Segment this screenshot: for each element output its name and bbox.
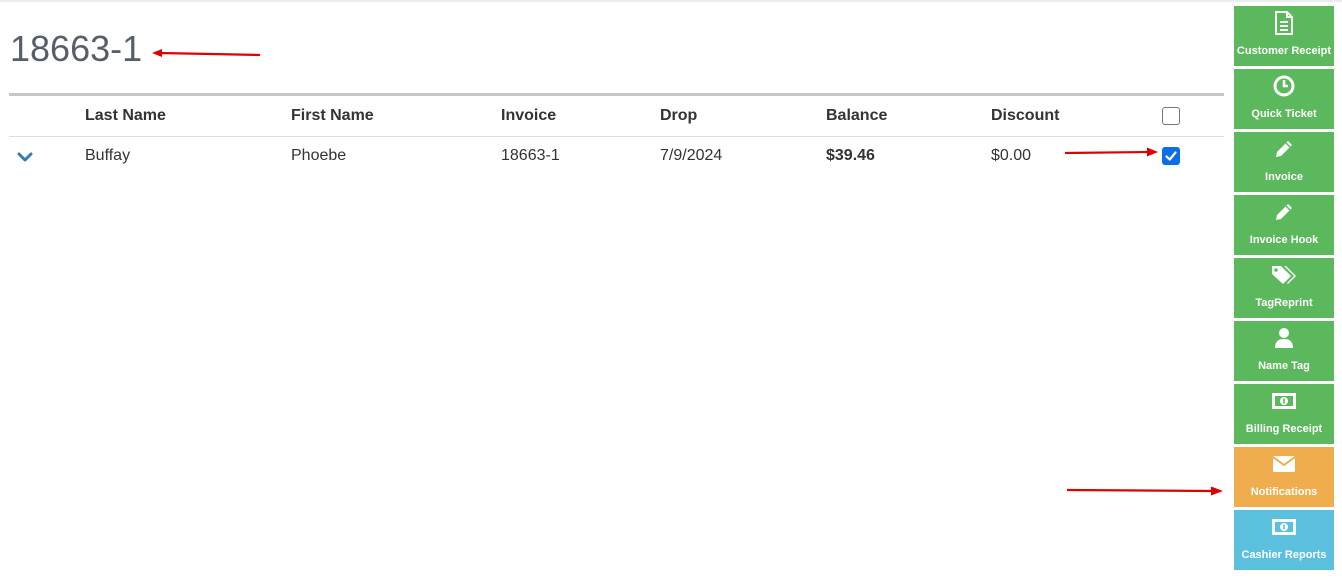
page-title: 18663-1 — [10, 28, 143, 69]
tag-reprint-button[interactable]: TagReprint — [1234, 258, 1334, 318]
table-header-row: Last Name First Name Invoice Drop Balanc… — [9, 94, 1224, 137]
user-icon — [1234, 325, 1334, 351]
expand-cell — [9, 137, 85, 176]
row-checkbox[interactable] — [1162, 146, 1180, 165]
money-icon — [1234, 388, 1334, 414]
money-icon — [1234, 514, 1334, 540]
invoice-table-container: Last Name First Name Invoice Drop Balanc… — [9, 93, 1224, 175]
envelope-icon — [1234, 451, 1334, 477]
invoice-button[interactable]: Invoice — [1234, 132, 1334, 192]
tag-reprint-label: TagReprint — [1255, 297, 1313, 309]
notifications-button[interactable]: Notifications — [1234, 447, 1334, 507]
clock-icon — [1234, 73, 1334, 99]
tags-icon — [1234, 262, 1334, 288]
quick-ticket-label: Quick Ticket — [1251, 108, 1317, 120]
cell-first-name: Phoebe — [291, 147, 347, 164]
select-all-column-header — [1161, 94, 1224, 137]
cell-invoice: 18663-1 — [501, 147, 560, 164]
billing-receipt-button[interactable]: Billing Receipt — [1234, 384, 1334, 444]
cell-balance: $39.46 — [826, 147, 875, 164]
customer-receipt-label: Customer Receipt — [1236, 45, 1332, 57]
quick-ticket-button[interactable]: Quick Ticket — [1234, 69, 1334, 129]
column-header-drop[interactable]: Drop — [660, 94, 826, 137]
invoice-hook-label: Invoice Hook — [1249, 234, 1319, 246]
table-row: Buffay Phoebe 18663-1 7/9/2024 $39.46 $0… — [9, 137, 1224, 176]
pencil-icon — [1234, 136, 1334, 162]
annotation-arrow-checkbox — [1064, 147, 1158, 157]
column-header-invoice[interactable]: Invoice — [501, 94, 660, 137]
annotation-arrow-title — [152, 49, 261, 57]
top-border — [0, 0, 1342, 2]
invoice-table: Last Name First Name Invoice Drop Balanc… — [9, 93, 1224, 175]
document-icon — [1234, 10, 1334, 36]
action-sidebar: Customer Receipt Quick Ticket Invoice In… — [1234, 6, 1334, 573]
annotation-arrow-notifications — [1066, 486, 1223, 496]
notifications-label: Notifications — [1250, 486, 1318, 498]
chevron-down-icon[interactable] — [17, 149, 33, 167]
column-header-first-name[interactable]: First Name — [291, 94, 501, 137]
cell-drop: 7/9/2024 — [660, 147, 723, 164]
expand-column-header — [9, 94, 85, 137]
invoice-label: Invoice — [1265, 171, 1303, 183]
name-tag-label: Name Tag — [1258, 360, 1310, 372]
select-cell — [1161, 137, 1224, 176]
column-header-last-name[interactable]: Last Name — [85, 94, 291, 137]
invoice-hook-button[interactable]: Invoice Hook — [1234, 195, 1334, 255]
name-tag-button[interactable]: Name Tag — [1234, 321, 1334, 381]
cell-last-name: Buffay — [85, 147, 131, 164]
select-all-checkbox[interactable] — [1162, 106, 1180, 125]
billing-receipt-label: Billing Receipt — [1245, 423, 1323, 435]
pencil-icon — [1234, 199, 1334, 225]
column-header-balance[interactable]: Balance — [826, 94, 991, 137]
cashier-reports-label: Cashier Reports — [1241, 549, 1327, 561]
column-header-discount[interactable]: Discount — [991, 94, 1161, 137]
customer-receipt-button[interactable]: Customer Receipt — [1234, 6, 1334, 66]
cashier-reports-button[interactable]: Cashier Reports — [1234, 510, 1334, 570]
